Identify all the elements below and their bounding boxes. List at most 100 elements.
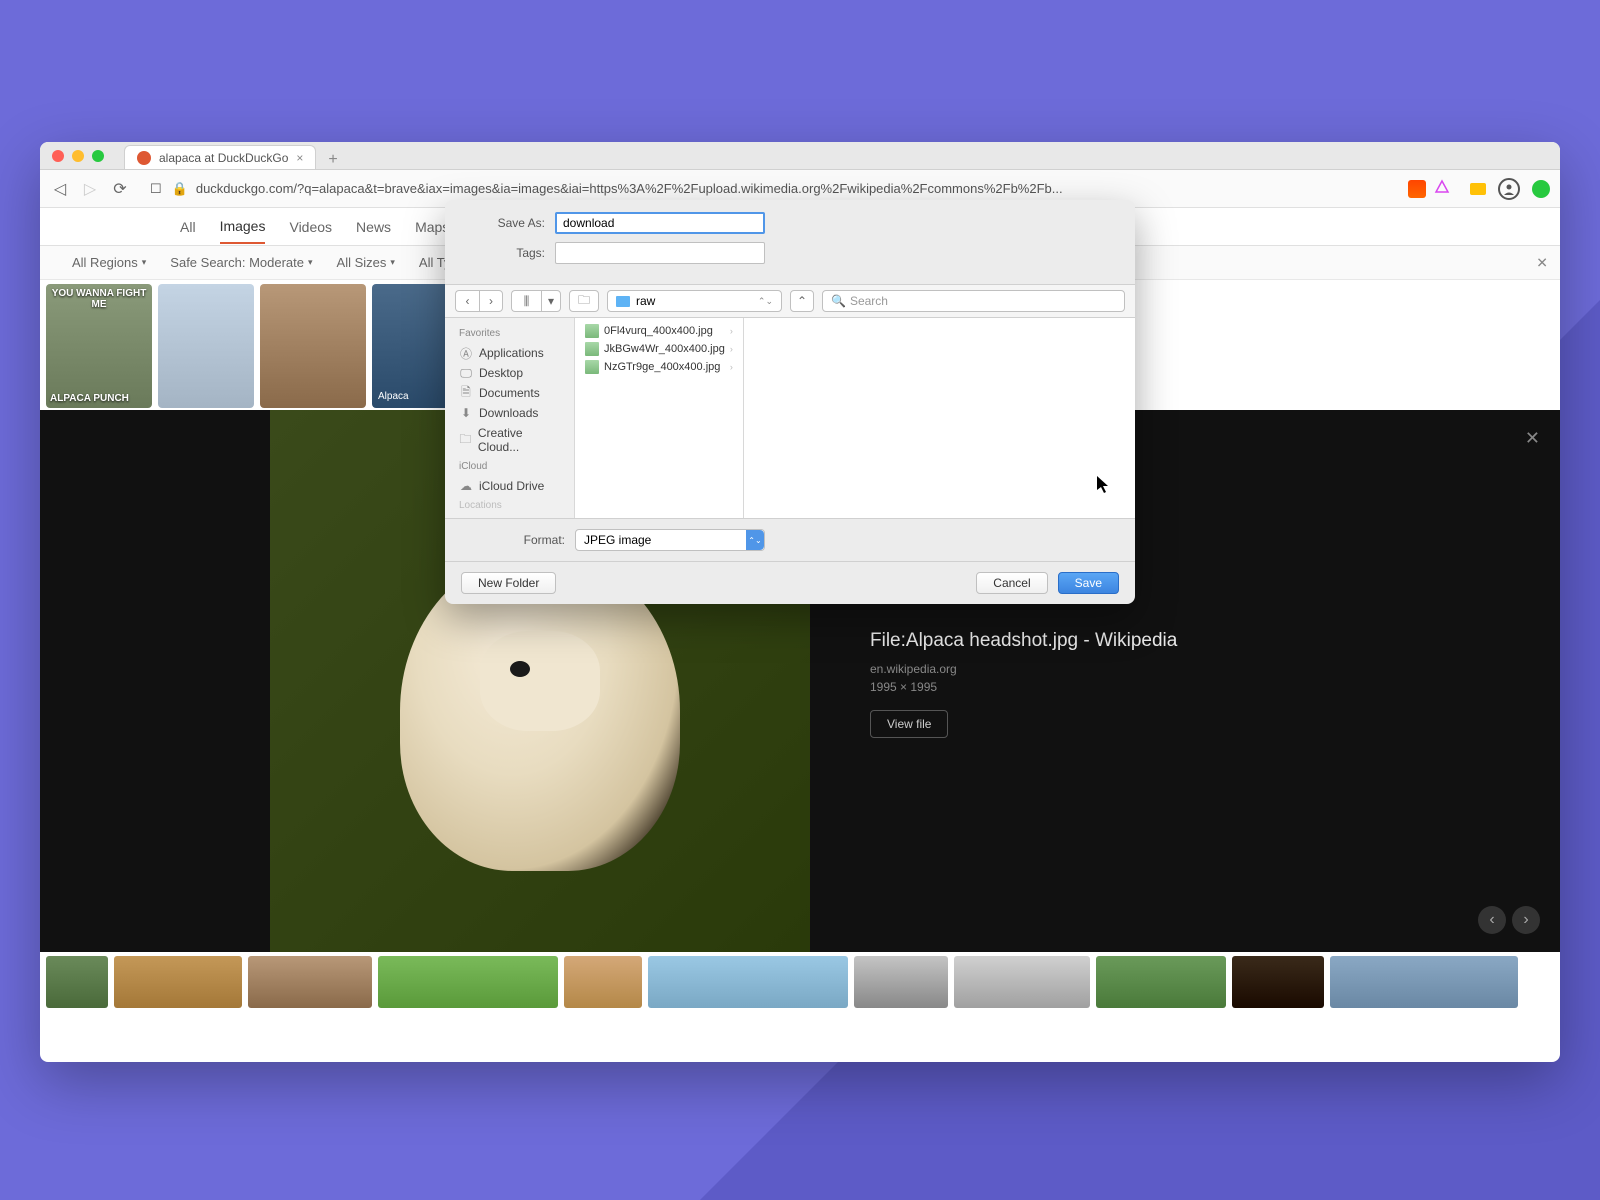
save-as-input[interactable] <box>555 212 765 234</box>
path-back-button[interactable]: ‹ <box>455 290 479 312</box>
nav-images[interactable]: Images <box>220 210 266 244</box>
file-item[interactable]: NzGTr9ge_400x400.jpg› <box>581 358 737 376</box>
applications-icon: Ⓐ <box>459 346 473 360</box>
view-file-button[interactable]: View file <box>870 710 948 738</box>
image-result-thumb[interactable] <box>260 284 366 408</box>
cloud-icon: ☁ <box>459 479 473 493</box>
dialog-file-browser: Favorites ⒶApplications 🖵Desktop 🗎Docume… <box>445 318 1135 518</box>
format-select[interactable]: JPEG image ⌃⌄ <box>575 529 765 551</box>
image-result-thumb[interactable] <box>1232 956 1324 1008</box>
image-result-thumb[interactable] <box>46 956 108 1008</box>
tab-close-button[interactable]: × <box>296 151 303 165</box>
format-label: Format: <box>465 533 575 547</box>
filter-regions[interactable]: All Regions▾ <box>72 255 146 270</box>
sidebar-item-icloud-drive[interactable]: ☁iCloud Drive <box>445 476 574 496</box>
image-result-thumb[interactable]: Alpaca <box>372 284 450 408</box>
image-result-thumb[interactable] <box>158 284 254 408</box>
file-item[interactable]: 0Fl4vurq_400x400.jpg› <box>581 322 737 340</box>
dialog-search-input[interactable]: 🔍 Search <box>822 290 1125 312</box>
profile-icon[interactable] <box>1498 178 1520 200</box>
folder-name: raw <box>636 294 655 308</box>
menu-icon[interactable] <box>1532 180 1550 198</box>
url-bar[interactable]: ☐ 🔒 duckduckgo.com/?q=alapaca&t=brave&ia… <box>140 175 1460 203</box>
collapse-button[interactable]: ⌃ <box>790 290 814 312</box>
detail-title: File:Alpaca headshot.jpg - Wikipedia <box>870 630 1520 652</box>
view-columns-button[interactable]: ⫼ <box>511 290 541 312</box>
filter-close-button[interactable]: ✕ <box>1536 254 1548 271</box>
image-result-thumb[interactable]: YOU WANNA FIGHT ME ALPACA PUNCH <box>46 284 152 408</box>
mouse-cursor <box>1097 476 1111 499</box>
tab-title: alapaca at DuckDuckGo <box>159 151 288 165</box>
image-file-icon <box>585 360 599 374</box>
downloads-icon: ⬇ <box>459 406 473 420</box>
documents-icon: 🗎 <box>459 386 473 400</box>
lock-icon: 🔒 <box>172 181 188 197</box>
detail-dimensions: 1995 × 1995 <box>870 680 1520 694</box>
nav-videos[interactable]: Videos <box>289 211 332 243</box>
file-preview-column <box>744 318 1135 518</box>
title-bar: alapaca at DuckDuckGo × + <box>40 142 1560 170</box>
save-button[interactable]: Save <box>1058 572 1119 594</box>
sidebar-header-icloud: iCloud <box>445 457 574 476</box>
detail-close-button[interactable]: ✕ <box>1525 428 1540 449</box>
folder-action-button[interactable]: 🗀 <box>569 290 599 312</box>
detail-prev-button[interactable]: ‹ <box>1478 906 1506 934</box>
image-result-thumb[interactable] <box>854 956 948 1008</box>
nav-all[interactable]: All <box>180 211 196 243</box>
desktop-icon: 🖵 <box>459 366 473 380</box>
search-placeholder: Search <box>850 294 888 308</box>
folder-select[interactable]: raw ⌃⌄ <box>607 290 782 312</box>
sidebar-item-creative-cloud[interactable]: 🗀Creative Cloud... <box>445 423 574 457</box>
image-result-thumb[interactable] <box>564 956 642 1008</box>
new-folder-button[interactable]: New Folder <box>461 572 556 594</box>
extension-icon[interactable] <box>1434 179 1450 198</box>
bookmark-icon[interactable]: ☐ <box>150 181 162 197</box>
image-file-icon <box>585 324 599 338</box>
filter-safe-search[interactable]: Safe Search: Moderate▾ <box>170 255 312 270</box>
image-result-thumb[interactable] <box>114 956 242 1008</box>
image-result-thumb[interactable] <box>378 956 558 1008</box>
sidebar-header-locations: Locations <box>445 496 574 515</box>
save-as-label: Save As: <box>465 216 555 230</box>
window-maximize-button[interactable] <box>92 150 104 162</box>
detail-next-button[interactable]: › <box>1512 906 1540 934</box>
brave-shields-icon[interactable] <box>1408 180 1426 198</box>
format-value: JPEG image <box>584 533 651 547</box>
file-item[interactable]: JkBGw4Wr_400x400.jpg› <box>581 340 737 358</box>
sidebar-item-applications[interactable]: ⒶApplications <box>445 343 574 363</box>
new-tab-button[interactable]: + <box>324 151 341 169</box>
tab-favicon <box>137 151 151 165</box>
window-minimize-button[interactable] <box>72 150 84 162</box>
cancel-button[interactable]: Cancel <box>976 572 1047 594</box>
forward-button[interactable]: ▷ <box>80 179 100 199</box>
path-forward-button[interactable]: › <box>479 290 503 312</box>
folder-icon <box>616 296 630 307</box>
reload-button[interactable]: ⟳ <box>110 179 130 199</box>
back-button[interactable]: ◁ <box>50 179 70 199</box>
detail-source[interactable]: en.wikipedia.org <box>870 662 1520 676</box>
window-close-button[interactable] <box>52 150 64 162</box>
image-result-thumb[interactable] <box>1330 956 1518 1008</box>
image-result-thumb[interactable] <box>1096 956 1226 1008</box>
dialog-format-row: Format: JPEG image ⌃⌄ <box>445 518 1135 561</box>
folder-icon: 🗀 <box>578 291 590 312</box>
file-list-column: 0Fl4vurq_400x400.jpg› JkBGw4Wr_400x400.j… <box>575 318 744 518</box>
image-file-icon <box>585 342 599 356</box>
tags-input[interactable] <box>555 242 765 264</box>
sidebar-item-documents[interactable]: 🗎Documents <box>445 383 574 403</box>
view-options-button[interactable]: ▾ <box>541 290 561 312</box>
image-results-row-bottom <box>40 952 1560 1010</box>
sidebar-header-favorites: Favorites <box>445 324 574 343</box>
url-text: duckduckgo.com/?q=alapaca&t=brave&iax=im… <box>196 181 1400 196</box>
image-result-thumb[interactable] <box>648 956 848 1008</box>
extension-badge-icon[interactable] <box>1470 183 1486 195</box>
image-result-thumb[interactable] <box>954 956 1090 1008</box>
nav-news[interactable]: News <box>356 211 391 243</box>
image-result-thumb[interactable] <box>248 956 372 1008</box>
filter-sizes[interactable]: All Sizes▾ <box>337 255 395 270</box>
sidebar-item-downloads[interactable]: ⬇Downloads <box>445 403 574 423</box>
save-dialog: Save As: Tags: ‹ › ⫼ ▾ 🗀 raw ⌃⌄ ⌃ 🔍 Sear… <box>445 200 1135 604</box>
browser-tab[interactable]: alapaca at DuckDuckGo × <box>124 145 316 169</box>
sidebar-item-desktop[interactable]: 🖵Desktop <box>445 363 574 383</box>
search-icon: 🔍 <box>831 294 846 308</box>
